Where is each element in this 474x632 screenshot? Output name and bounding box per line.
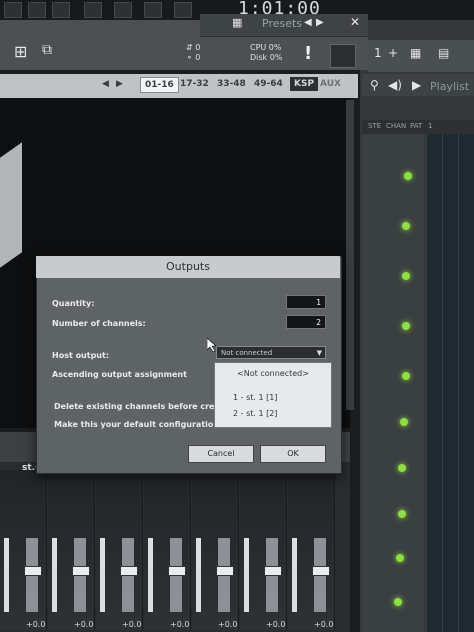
fl-mixer-icon[interactable]: ▦ — [410, 46, 421, 60]
track-led-9[interactable] — [396, 554, 404, 562]
presets-close-icon[interactable]: ✕ — [350, 15, 360, 29]
channel-db-readout: +0.0 — [26, 620, 46, 629]
cpu-value: CPU 0% — [250, 43, 282, 52]
ascending-label: Ascending output assignment — [52, 370, 187, 379]
channel-db-readout: +0.0 — [170, 620, 190, 629]
kontakt-keyboard-button[interactable] — [330, 44, 356, 68]
fader-knob[interactable] — [24, 566, 42, 576]
fl-pattern-icon[interactable]: ▤ — [438, 46, 449, 60]
track-header-chan: CHAN — [386, 122, 407, 130]
track-header: STE CHAN PAT 1 — [362, 120, 474, 134]
fader-knob[interactable] — [216, 566, 234, 576]
rack-tab-bar: ◀ ▶ 01-16 17-32 33-48 49-64 KSP AUX — [0, 74, 358, 98]
kontakt-files-icon[interactable]: ⊞ — [14, 42, 27, 61]
track-led-2[interactable] — [402, 222, 410, 230]
level-meter — [292, 538, 297, 612]
level-meter — [100, 538, 105, 612]
track-led-4[interactable] — [402, 322, 410, 330]
top-button-3[interactable] — [52, 2, 70, 18]
option-st1-2[interactable]: 2 - st. 1 [2] — [233, 409, 349, 418]
top-button-6[interactable] — [144, 2, 162, 18]
top-button-1[interactable] — [4, 2, 22, 18]
rack-scrollbar[interactable] — [346, 100, 354, 410]
track-led-6[interactable] — [400, 418, 408, 426]
playlist-title: Playlist — [430, 80, 470, 93]
bar-number: 1 — [428, 122, 433, 130]
fl-toolbar: 1 + ▦ ▤ — [368, 40, 474, 72]
level-meter — [52, 538, 57, 612]
presets-next-icon[interactable]: ▶ — [316, 17, 324, 28]
fl-play-icon[interactable]: ▶ — [412, 78, 421, 92]
option-st1-1[interactable]: 1 - st. 1 [1] — [233, 393, 349, 402]
level-meter — [244, 538, 249, 612]
host-output-dropdown: <Not connected> 1 - st. 1 [1] 2 - st. 1 … — [214, 362, 332, 428]
midi-in-value: ⇵ 0 — [186, 43, 201, 52]
tab-49-64[interactable]: 49-64 — [254, 79, 283, 89]
top-button-5[interactable] — [114, 2, 132, 18]
level-meter — [4, 538, 9, 612]
top-button-2[interactable] — [28, 2, 46, 18]
fader-knob[interactable] — [72, 566, 90, 576]
tab-ksp[interactable]: KSP — [290, 77, 319, 91]
kontakt-view-icon[interactable]: ⧉ — [42, 42, 52, 58]
mouse-cursor-icon — [207, 338, 217, 352]
fl-search-icon[interactable]: ⚲ — [370, 78, 379, 92]
midi-activity: ⇵ 0 ⚬ 0 — [186, 43, 200, 63]
channel-db-readout: +0.0 — [218, 620, 238, 629]
ok-button[interactable]: OK — [260, 445, 326, 463]
track-led-10[interactable] — [394, 598, 402, 606]
level-meter — [148, 538, 153, 612]
fl-track-column — [362, 134, 424, 632]
channel-db-readout: +0.0 — [314, 620, 334, 629]
channels-label: Number of channels: — [52, 319, 146, 328]
fader-knob[interactable] — [120, 566, 138, 576]
tab-17-32[interactable]: 17-32 — [180, 79, 209, 89]
tab-33-48[interactable]: 33-48 — [217, 79, 246, 89]
fader-knob[interactable] — [312, 566, 330, 576]
level-meter — [196, 538, 201, 612]
track-led-7[interactable] — [398, 464, 406, 472]
fl-add-icon[interactable]: + — [388, 46, 398, 60]
presets-grid-icon[interactable]: ▦ — [232, 16, 242, 29]
fader-knob[interactable] — [168, 566, 186, 576]
host-output-value: Not connected — [221, 349, 273, 357]
channels-field[interactable]: 2 — [286, 315, 326, 329]
fl-toolbar-one-icon[interactable]: 1 — [374, 46, 382, 60]
default-config-label: Make this your default configuration — [54, 420, 220, 429]
quantity-field[interactable]: 1 — [286, 295, 326, 309]
rack-next-icon[interactable]: ▶ — [116, 79, 123, 89]
channel-db-readout: +0.0 — [266, 620, 286, 629]
presets-prev-icon[interactable]: ◀ — [304, 17, 312, 28]
option-not-connected[interactable]: <Not connected> — [215, 369, 331, 378]
channel-db-readout: +0.0 — [122, 620, 142, 629]
track-header-pat: PAT — [410, 122, 423, 130]
channel-db-readout: +0.0 — [74, 620, 94, 629]
track-led-1[interactable] — [404, 172, 412, 180]
host-output-label: Host output: — [52, 351, 110, 360]
chevron-down-icon: ▼ — [316, 349, 322, 357]
track-led-5[interactable] — [402, 372, 410, 380]
dialog-title-bar: Outputs — [36, 256, 340, 278]
track-led-3[interactable] — [402, 272, 410, 280]
track-header-ste: STE — [368, 122, 382, 130]
rack-prev-icon[interactable]: ◀ — [102, 79, 109, 89]
fader-knob[interactable] — [264, 566, 282, 576]
cancel-button[interactable]: Cancel — [188, 445, 254, 463]
presets-label: Presets — [262, 17, 303, 30]
quantity-label: Quantity: — [52, 299, 95, 308]
tab-aux[interactable]: AUX — [320, 79, 341, 89]
track-led-8[interactable] — [398, 510, 406, 518]
top-button-4[interactable] — [84, 2, 102, 18]
host-output-select[interactable]: Not connected ▼ — [216, 346, 326, 359]
top-button-7[interactable] — [174, 2, 192, 18]
midi-out-value: ⚬ 0 — [186, 53, 201, 62]
tab-01-16[interactable]: 01-16 — [140, 77, 179, 93]
background-glare — [0, 142, 22, 268]
dialog-title: Outputs — [166, 260, 210, 273]
fl-speaker-icon[interactable]: ◀) — [388, 78, 402, 92]
playlist-grid[interactable] — [426, 134, 474, 632]
disk-value: Disk 0% — [250, 53, 283, 62]
cpu-meter: CPU 0% Disk 0% — [250, 43, 282, 63]
warning-icon[interactable]: ! — [304, 43, 312, 64]
